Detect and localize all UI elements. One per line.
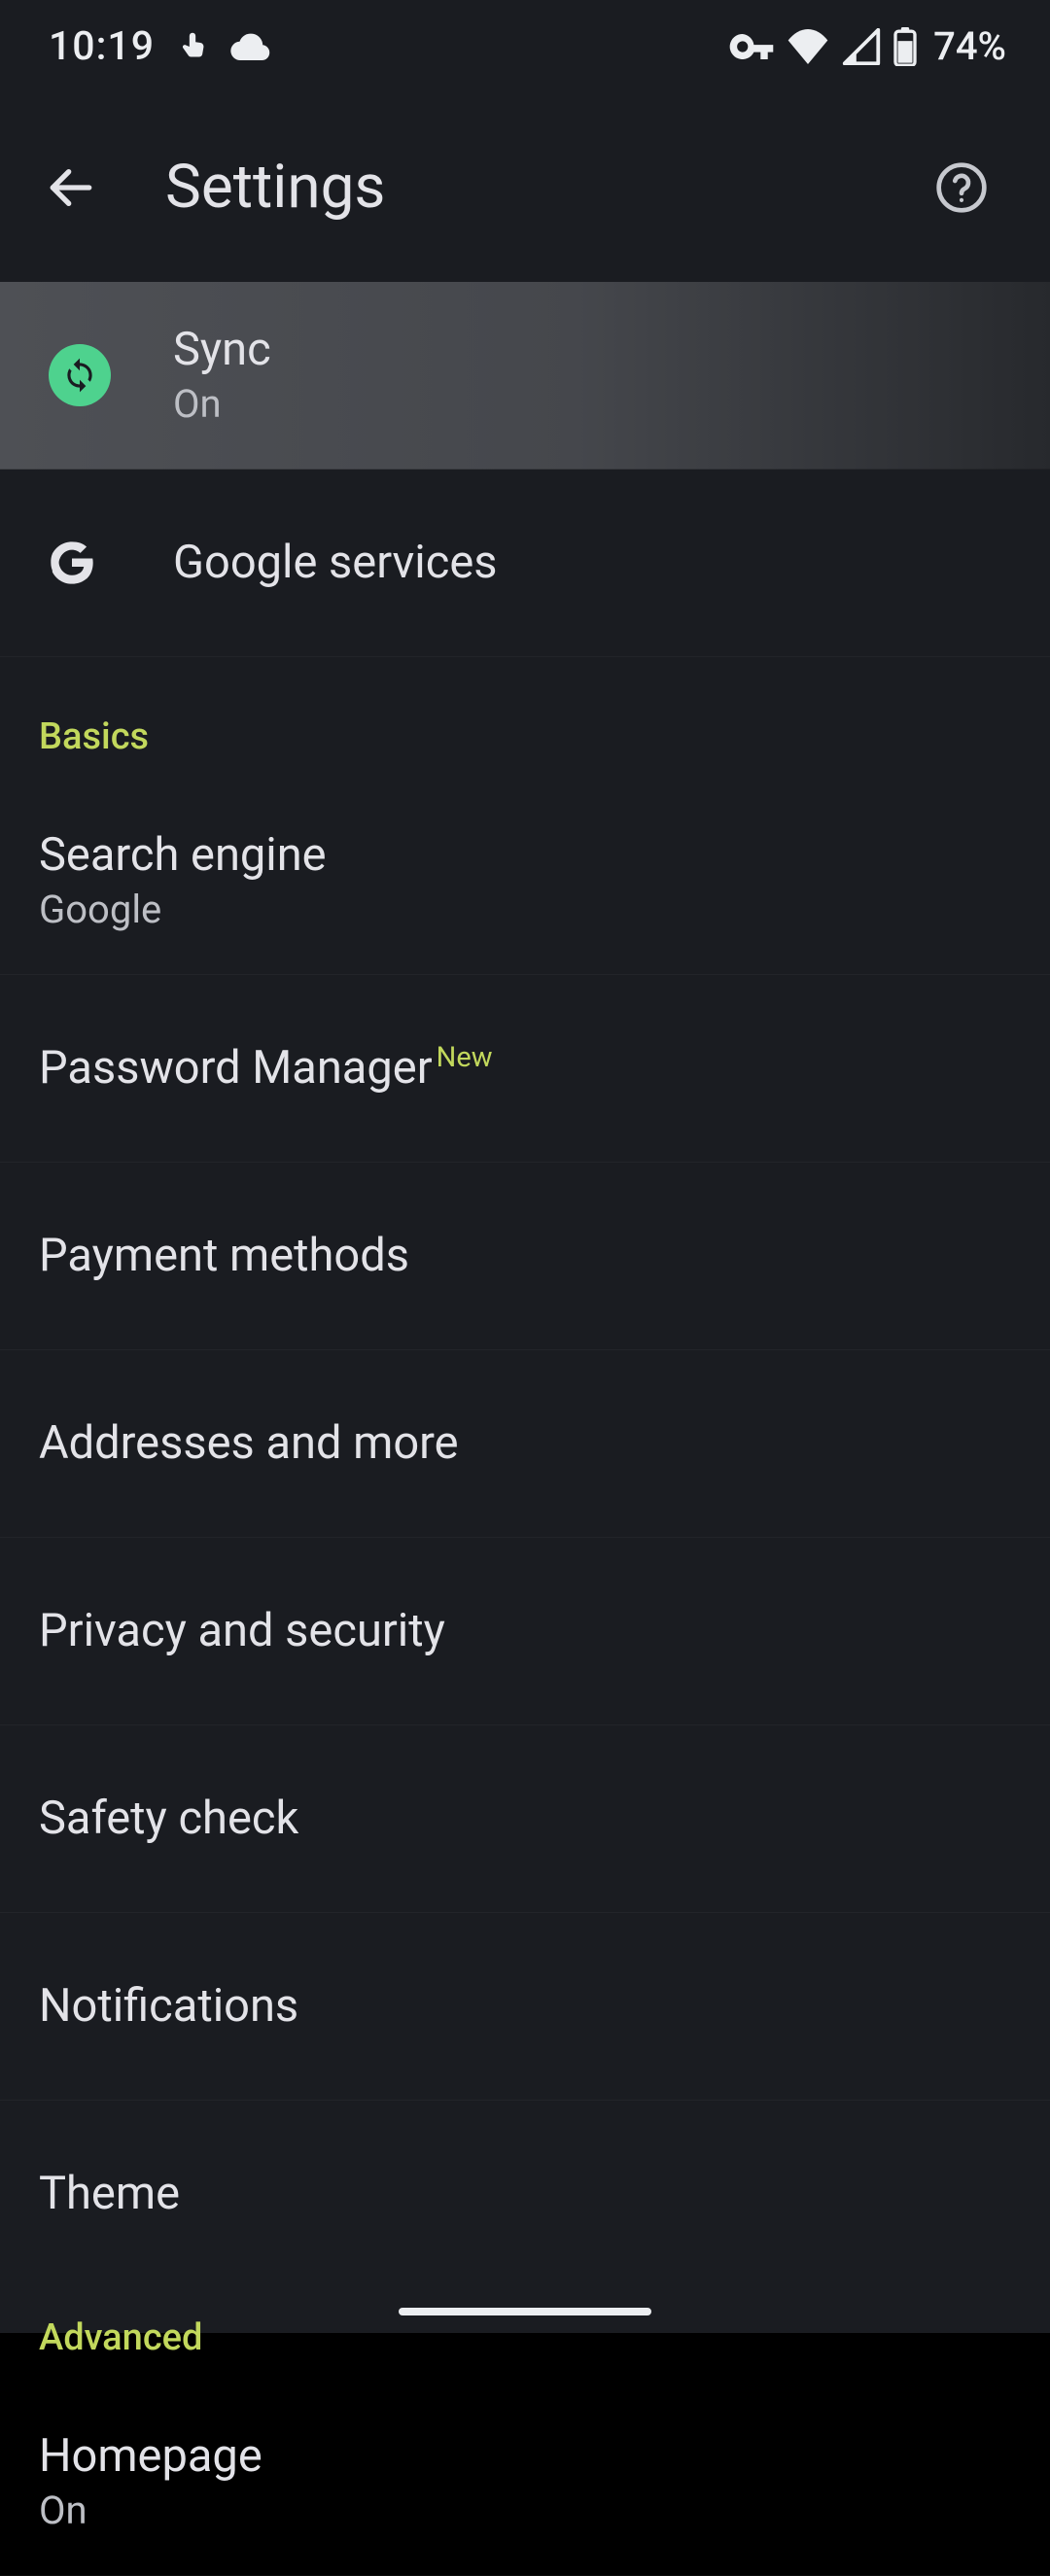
google-services-title: Google services xyxy=(173,537,498,589)
settings-item-search-engine[interactable]: Search engine Google xyxy=(0,787,1050,975)
home-indicator[interactable] xyxy=(399,2308,651,2315)
battery-icon xyxy=(892,27,918,66)
wifi-icon xyxy=(786,29,830,64)
sync-icon xyxy=(49,344,111,406)
password-manager-title: Password ManagerNew xyxy=(39,1042,492,1095)
homepage-subtitle: On xyxy=(39,2489,262,2533)
settings-item-payment-methods[interactable]: Payment methods xyxy=(0,1163,1050,1350)
section-header-basics: Basics xyxy=(0,657,1050,787)
theme-title: Theme xyxy=(39,2168,180,2220)
arrow-left-icon xyxy=(44,160,98,215)
homepage-title: Homepage xyxy=(39,2430,262,2483)
google-icon xyxy=(47,538,97,588)
settings-item-safety-check[interactable]: Safety check xyxy=(0,1725,1050,1913)
settings-item-homepage[interactable]: Homepage On xyxy=(0,2388,1050,2576)
settings-item-password-manager[interactable]: Password ManagerNew xyxy=(0,975,1050,1163)
signal-icon xyxy=(842,28,881,65)
status-clock: 10:19 xyxy=(49,23,155,70)
cloud-icon xyxy=(230,32,271,61)
new-badge: New xyxy=(437,1041,493,1074)
settings-item-google-services[interactable]: Google services xyxy=(0,470,1050,657)
sync-subtitle: On xyxy=(173,382,271,427)
notifications-title: Notifications xyxy=(39,1980,298,2033)
search-engine-subtitle: Google xyxy=(39,888,327,932)
settings-item-addresses[interactable]: Addresses and more xyxy=(0,1350,1050,1538)
safety-check-title: Safety check xyxy=(39,1793,298,1845)
settings-item-privacy[interactable]: Privacy and security xyxy=(0,1538,1050,1725)
page-title: Settings xyxy=(165,152,867,223)
settings-item-notifications[interactable]: Notifications xyxy=(0,1913,1050,2101)
section-header-advanced: Advanced xyxy=(0,2287,1050,2388)
search-engine-title: Search engine xyxy=(39,829,327,882)
settings-item-theme[interactable]: Theme xyxy=(0,2101,1050,2287)
app-bar: Settings xyxy=(0,92,1050,282)
sync-title: Sync xyxy=(173,324,271,376)
vpn-key-icon xyxy=(729,34,774,59)
back-button[interactable] xyxy=(18,134,124,241)
touch-icon xyxy=(174,28,211,65)
payment-methods-title: Payment methods xyxy=(39,1230,409,1282)
help-icon xyxy=(934,160,989,215)
battery-percentage: 74% xyxy=(933,23,1006,69)
addresses-title: Addresses and more xyxy=(39,1417,459,1470)
status-bar: 10:19 74% xyxy=(0,0,1050,92)
privacy-title: Privacy and security xyxy=(39,1605,445,1657)
help-button[interactable] xyxy=(908,134,1015,241)
settings-item-sync[interactable]: Sync On xyxy=(0,282,1050,470)
